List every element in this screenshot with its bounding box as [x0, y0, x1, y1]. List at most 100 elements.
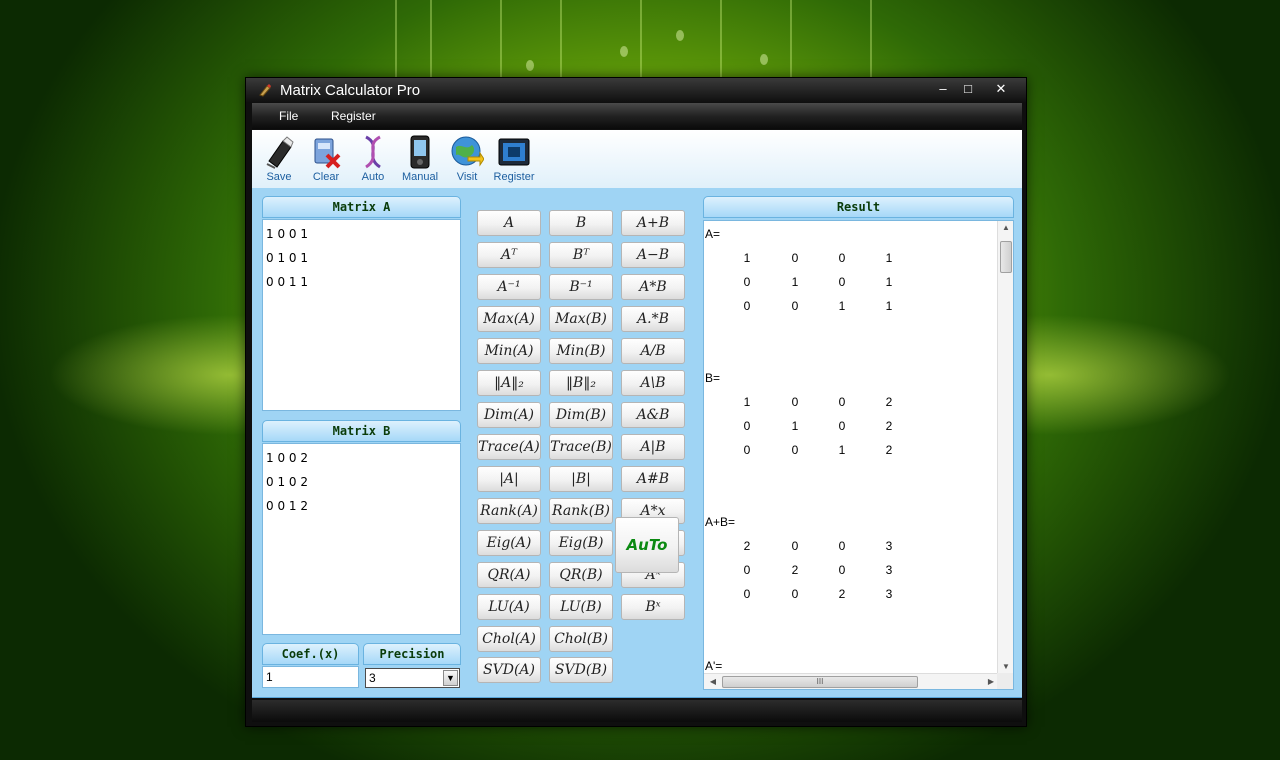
manual-label: Manual [401, 171, 439, 183]
result-cell: 0 [743, 299, 751, 313]
result-cell: 0 [838, 251, 846, 265]
auto-tool-button[interactable]: Auto [347, 135, 399, 187]
result-label: A+B= [705, 515, 736, 529]
result-cell: 2 [838, 587, 846, 601]
result-cell: 0 [743, 443, 751, 457]
title-bar[interactable]: Matrix Calculator Pro ‒ □ ✕ [246, 78, 1026, 102]
op-b-button[interactable]: Min(B) [549, 338, 613, 364]
horizontal-scrollbar[interactable]: ◀ III ▶ [704, 673, 999, 689]
op-a-button[interactable]: |A| [477, 466, 541, 492]
op-a-button[interactable]: Trace(A) [477, 434, 541, 460]
op-a-button[interactable]: SVD(A) [477, 657, 541, 683]
op-ab-button[interactable]: A&B [621, 402, 685, 428]
result-cell: 2 [743, 539, 751, 553]
op-ab-button[interactable]: A|B [621, 434, 685, 460]
app-icon [259, 84, 271, 97]
op-b-button[interactable]: Dim(B) [549, 402, 613, 428]
matrix-a-input[interactable]: 1 0 0 1 0 1 0 1 0 0 1 1 [262, 219, 461, 411]
op-b-button[interactable]: Rank(B) [549, 498, 613, 524]
vertical-scroll-thumb[interactable] [1000, 241, 1012, 273]
dna-icon [365, 135, 381, 169]
result-cell: 0 [743, 419, 751, 433]
op-a-button[interactable]: ‖A‖₂ [477, 370, 541, 396]
result-cell: 0 [838, 563, 846, 577]
op-a-button[interactable]: Rank(A) [477, 498, 541, 524]
op-a-button[interactable]: Chol(A) [477, 626, 541, 652]
op-a-button[interactable]: Min(A) [477, 338, 541, 364]
op-a-button[interactable]: Eig(A) [477, 530, 541, 556]
op-ab-button[interactable]: A.*B [621, 306, 685, 332]
vertical-scrollbar[interactable]: ▲ ▼ [997, 221, 1013, 673]
auto-label: Auto [361, 171, 385, 183]
op-ab-button[interactable]: Bˣ [621, 594, 685, 620]
manual-tool-button[interactable]: Manual [394, 135, 446, 187]
visit-tool-button[interactable]: Visit [441, 135, 493, 187]
op-b-button[interactable]: Trace(B) [549, 434, 613, 460]
result-cell: 0 [743, 563, 751, 577]
result-cell: 0 [743, 275, 751, 289]
op-ab-button[interactable]: A#B [621, 466, 685, 492]
result-cell: 1 [885, 299, 893, 313]
result-output[interactable]: A= 1 0 0 1 0 1 0 1 0 0 1 1 B= 1 0 0 2 0 1 0 2 0 0 1 2 A+B= 2 0 0 3 0 2 0 3… [703, 220, 1014, 690]
op-b-button[interactable]: LU(B) [549, 594, 613, 620]
maximize-button[interactable]: □ [955, 80, 981, 98]
result-label: B= [705, 371, 721, 385]
visit-label: Visit [456, 171, 478, 183]
matrix-a-row: 0 1 0 1 [266, 251, 308, 265]
minimize-button[interactable]: ‒ [930, 80, 956, 98]
save-label: Save [266, 171, 292, 183]
op-b-button[interactable]: B⁻¹ [549, 274, 613, 300]
op-b-button[interactable]: Eig(B) [549, 530, 613, 556]
op-a-button[interactable]: QR(A) [477, 562, 541, 588]
horizontal-scroll-thumb[interactable]: III [722, 676, 918, 688]
background-bubble [526, 60, 534, 71]
op-b-button[interactable]: ‖B‖₂ [549, 370, 613, 396]
clear-icon [314, 138, 341, 169]
precision-select[interactable]: 3 ▼ [365, 668, 460, 688]
op-ab-button[interactable]: A\B [621, 370, 685, 396]
menu-file[interactable]: File [279, 109, 298, 123]
scroll-down-icon[interactable]: ▼ [998, 662, 1013, 671]
menu-bar: File Register [252, 103, 1022, 129]
save-tool-button[interactable]: Save [253, 135, 305, 187]
auto-button[interactable]: AuTo [615, 517, 679, 573]
op-ab-button[interactable]: A+B [621, 210, 685, 236]
result-cell: 0 [838, 539, 846, 553]
menu-register[interactable]: Register [331, 109, 376, 123]
status-bar [252, 700, 1022, 722]
op-b-button[interactable]: B [549, 210, 613, 236]
coef-input[interactable]: 1 [262, 666, 359, 688]
op-a-button[interactable]: A⁻¹ [477, 274, 541, 300]
result-cell: 0 [791, 299, 799, 313]
chevron-down-icon[interactable]: ▼ [443, 670, 458, 686]
op-ab-button[interactable]: A/B [621, 338, 685, 364]
pda-icon [410, 135, 430, 169]
matrix-b-row: 0 0 1 2 [266, 499, 308, 513]
op-a-button[interactable]: Dim(A) [477, 402, 541, 428]
op-a-button[interactable]: A [477, 210, 541, 236]
op-b-button[interactable]: QR(B) [549, 562, 613, 588]
op-ab-button[interactable]: A−B [621, 242, 685, 268]
toolbar: Save Clear Auto Manual Visit Register [252, 130, 1022, 188]
op-b-button[interactable]: Max(B) [549, 306, 613, 332]
op-b-button[interactable]: |B| [549, 466, 613, 492]
close-button[interactable]: ✕ [988, 80, 1014, 98]
op-b-button[interactable]: Chol(B) [549, 626, 613, 652]
op-a-button[interactable]: Aᵀ [477, 242, 541, 268]
op-b-button[interactable]: SVD(B) [549, 657, 613, 683]
result-cell: 2 [791, 563, 799, 577]
op-a-button[interactable]: LU(A) [477, 594, 541, 620]
result-label: A'= [705, 659, 723, 673]
scroll-up-icon[interactable]: ▲ [998, 223, 1013, 232]
background-bubble [760, 54, 768, 65]
precision-value: 3 [369, 671, 376, 685]
clear-tool-button[interactable]: Clear [300, 135, 352, 187]
op-b-button[interactable]: Bᵀ [549, 242, 613, 268]
register-tool-button[interactable]: Register [488, 135, 540, 187]
result-cell: 2 [885, 395, 893, 409]
scroll-left-icon[interactable]: ◀ [705, 677, 721, 686]
matrix-b-input[interactable]: 1 0 0 2 0 1 0 2 0 0 1 2 [262, 443, 461, 635]
op-ab-button[interactable]: A*B [621, 274, 685, 300]
op-a-button[interactable]: Max(A) [477, 306, 541, 332]
result-cell: 3 [885, 563, 893, 577]
